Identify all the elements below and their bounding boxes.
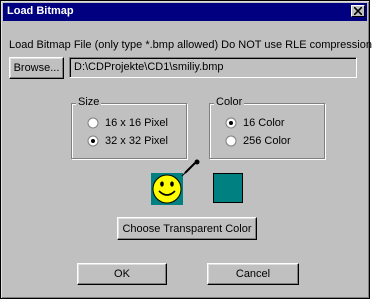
title-bar[interactable]: Load Bitmap [3,3,367,21]
instructions-text: Load Bitmap File (only type *.bmp allowe… [9,39,372,51]
load-bitmap-dialog: Load Bitmap Load Bitmap File (only type … [0,0,372,299]
radio-16-color-label: 16 Color [243,117,285,129]
cancel-button[interactable]: Cancel [207,263,299,285]
close-button[interactable] [351,5,365,17]
radio-16x16[interactable] [87,117,99,129]
color-group-label: Color [214,96,245,108]
radio-256-color[interactable] [225,135,237,147]
radio-32x32-label: 32 x 32 Pixel [105,135,168,147]
smiley-preview[interactable] [151,159,203,207]
size-group-label: Size [76,96,102,108]
radio-256-color-label: 256 Color [243,135,291,147]
transparent-color-swatch [213,173,243,203]
browse-button[interactable]: Browse... [9,57,64,79]
eyedropper-icon [181,159,200,177]
radio-16x16-label: 16 x 16 Pixel [105,117,168,129]
choose-transparent-color-button[interactable]: Choose Transparent Color [117,217,257,240]
window-title: Load Bitmap [7,5,74,17]
ok-button[interactable]: OK [77,263,167,285]
radio-16-color[interactable] [225,117,237,129]
radio-32x32[interactable] [87,135,99,147]
size-groupbox [71,103,187,159]
close-icon [354,7,362,15]
file-path-field[interactable]: D:\CDProjekte\CD1\smiliy.bmp [69,57,357,78]
color-groupbox [209,103,325,159]
